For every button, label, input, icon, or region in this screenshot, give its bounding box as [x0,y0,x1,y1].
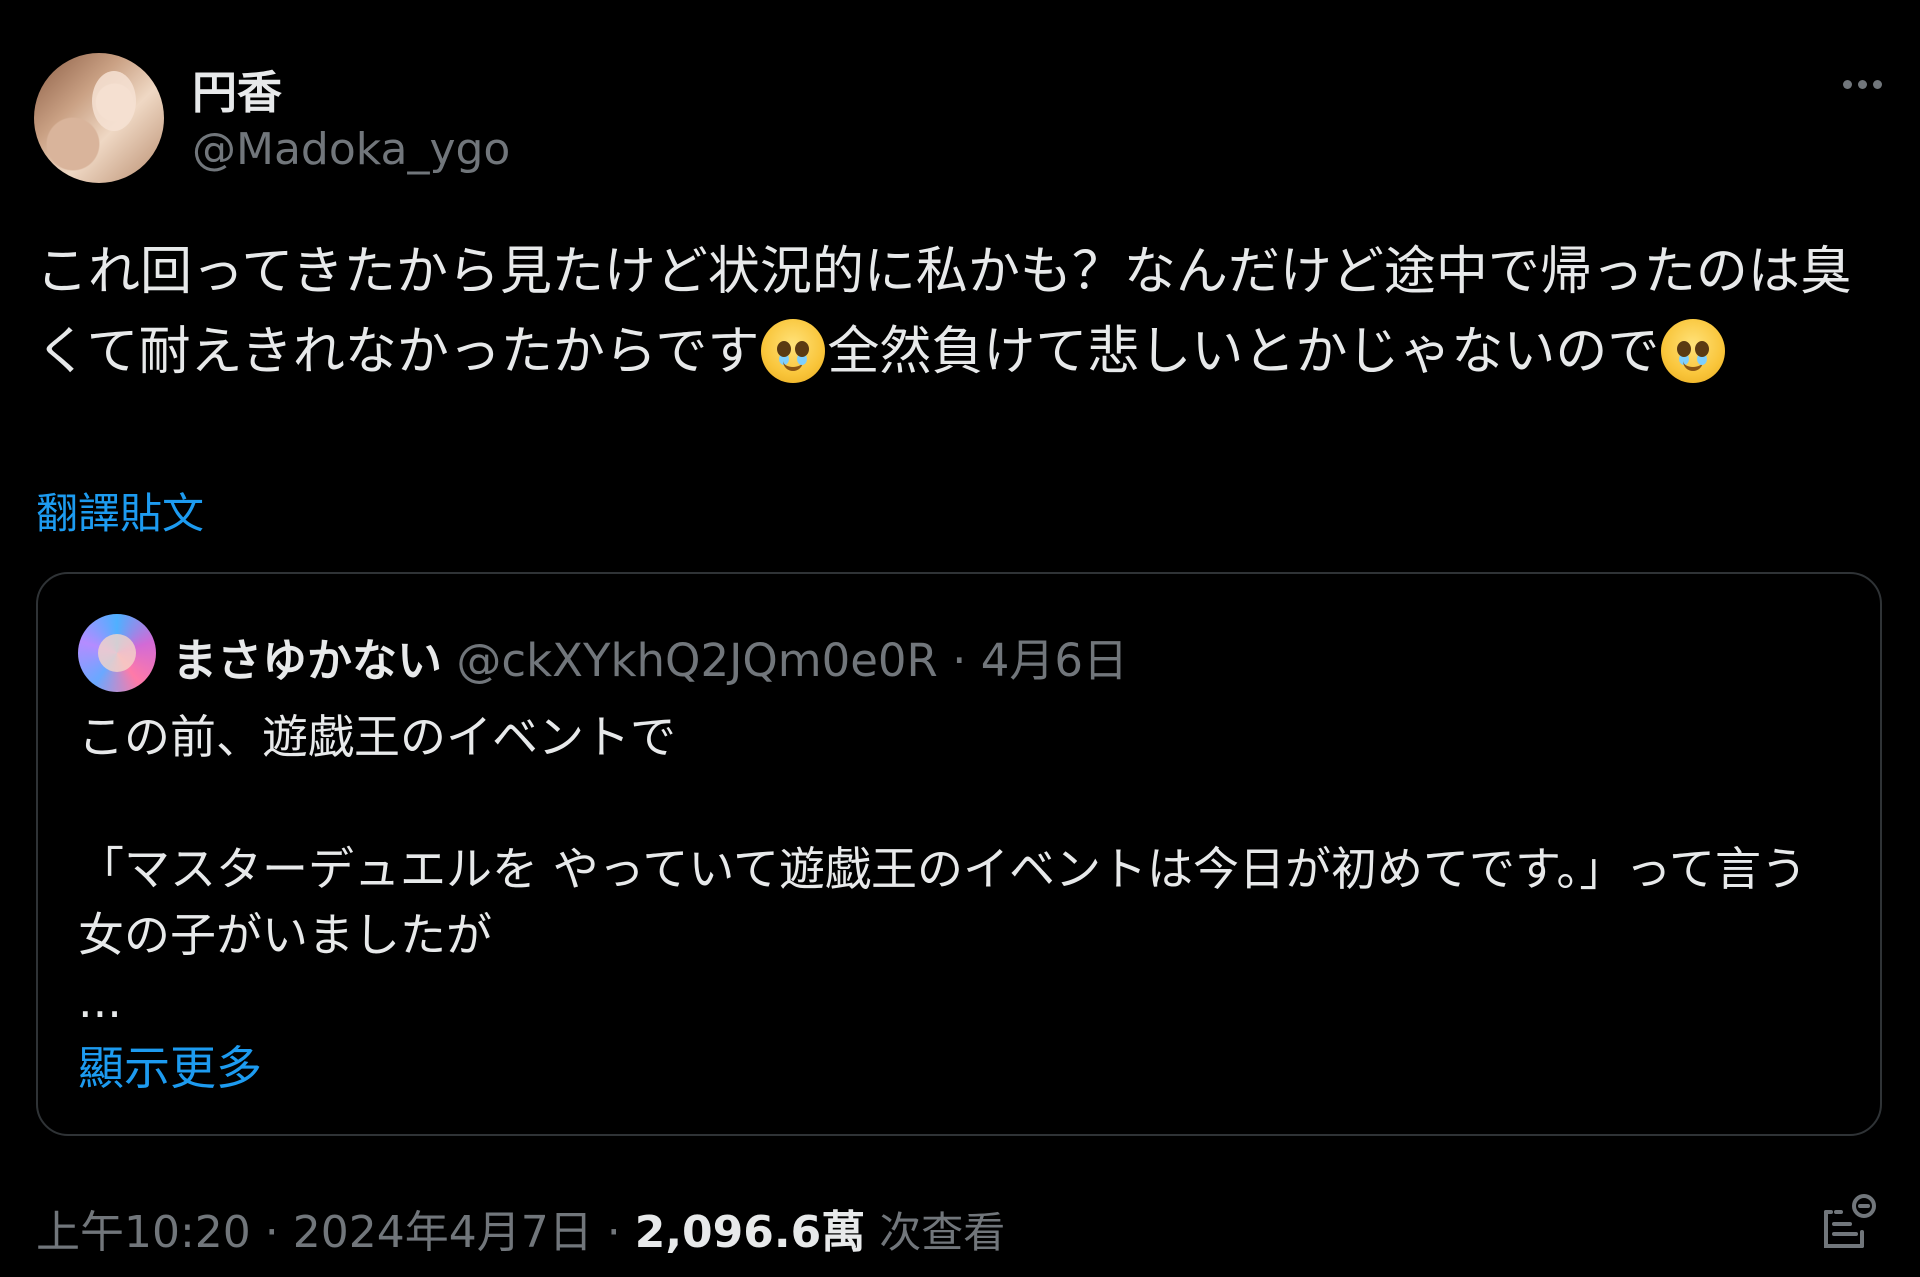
face-holding-back-tears-emoji [761,319,826,383]
post-time[interactable]: 上午10:20 [36,1207,251,1258]
post-text: これ回ってきたから見たけど状況的に私かも？なんだけど途中で帰ったのは臭くて耐えき… [36,232,1876,392]
footer-separator: · [592,1207,635,1258]
analytics-icon[interactable] [1820,1192,1878,1252]
quoted-author-avatar[interactable] [78,614,156,692]
face-holding-back-tears-emoji [1661,319,1726,383]
quoted-author-handle[interactable]: @ckXYkhQ2JQm0e0R [456,634,938,687]
views-count: 2,096.6萬 [634,1207,866,1258]
more-horizontal-icon[interactable] [1843,80,1882,89]
quoted-author-name[interactable]: まさゆかない [172,634,442,687]
post-date[interactable]: 2024年4月7日 [293,1207,593,1258]
quoted-post-card[interactable]: まさゆかない @ckXYkhQ2JQm0e0R · 4月6日 この前、遊戯王のイ… [36,572,1882,1136]
post-footer: 上午10:20 · 2024年4月7日 · 2,096.6萬 次查看 [36,1196,1005,1260]
footer-separator: · [250,1207,293,1258]
quoted-post-header: まさゆかない @ckXYkhQ2JQm0e0R · 4月6日 [172,624,1128,689]
author-avatar[interactable] [34,53,164,183]
quoted-ellipsis: ... [78,974,122,1028]
show-more-link[interactable]: 顯示更多 [78,1032,262,1098]
author-display-name[interactable]: 円香 [192,56,282,121]
quoted-line-1: この前、遊戯王のイベントで [78,710,676,764]
views-label: 次查看 [879,1208,1006,1257]
post-text-part2: 全然負けて悲しいとかじゃないので [827,322,1660,382]
quoted-meta-separator: · [937,634,981,687]
translate-post-link[interactable]: 翻譯貼文 [36,480,204,541]
quoted-post-text: この前、遊戯王のイベントで 「マスターデュエルを やっていて遊戯王のイベントは今… [78,704,1838,1034]
quoted-post-date[interactable]: 4月6日 [981,634,1128,687]
author-handle[interactable]: @Madoka_ygo [192,124,510,175]
quoted-line-2: 「マスターデュエルを やっていて遊戯王のイベントは今日が初めてです。」って言う女… [78,842,1808,962]
